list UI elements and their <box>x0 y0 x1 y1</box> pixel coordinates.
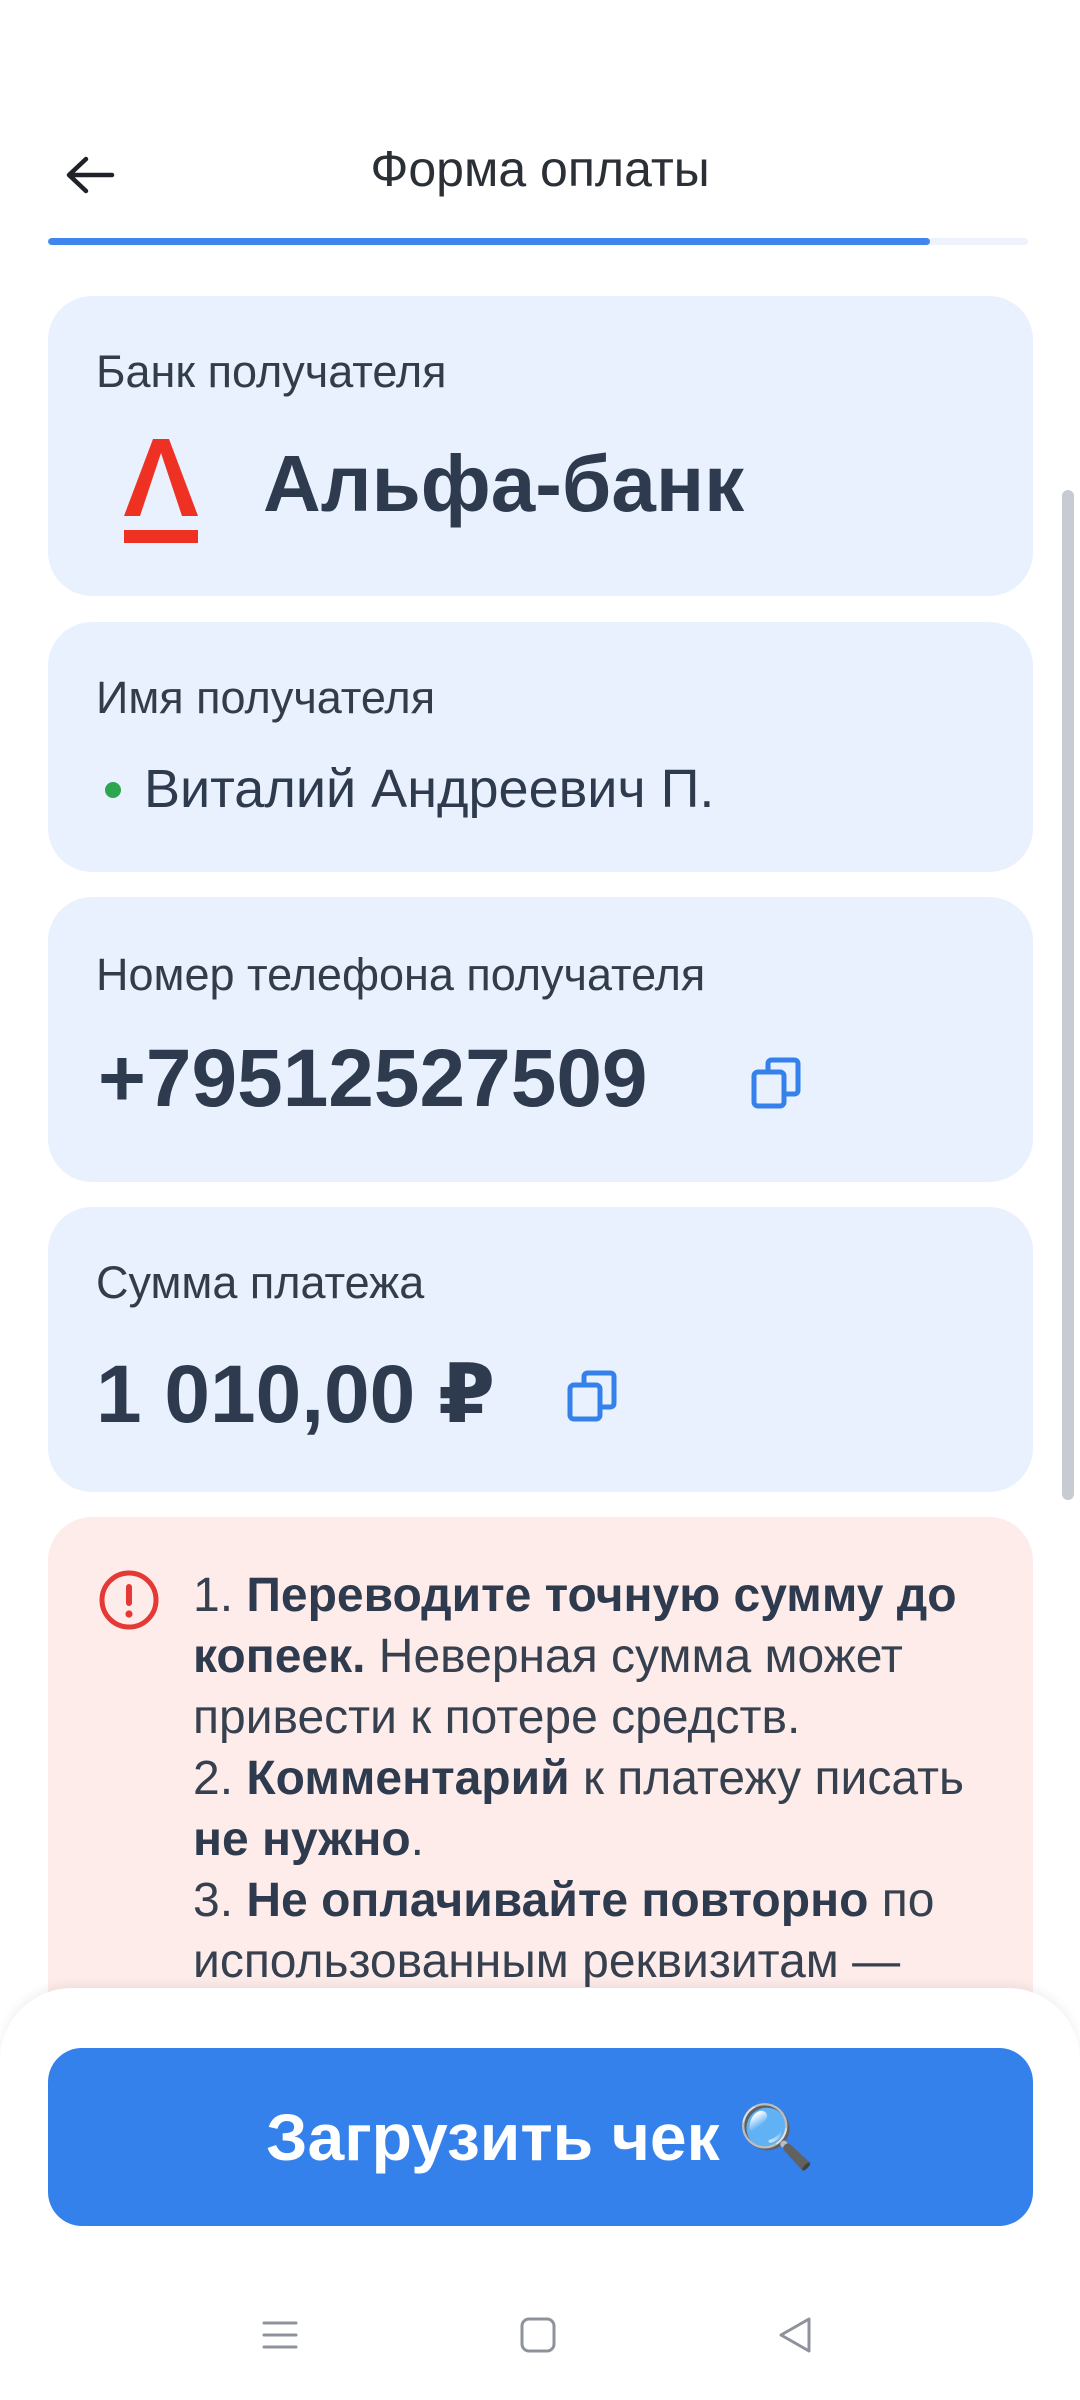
page-title: Форма оплаты <box>370 141 710 197</box>
home-icon <box>520 2317 556 2353</box>
nav-menu-button[interactable] <box>245 2300 315 2370</box>
online-status-dot <box>105 782 121 798</box>
progress-bar-fill <box>48 238 930 245</box>
progress-bar <box>48 238 1028 245</box>
copy-icon <box>567 1370 617 1422</box>
recipient-name: Виталий Андреевич П. <box>144 759 715 819</box>
warning-text: 1. Переводите точную сумму до копеек. Не… <box>193 1569 964 1988</box>
recipient-name-card: Имя получателя Виталий Андреевич П. <box>48 622 1033 872</box>
scrollbar[interactable] <box>1062 490 1074 1500</box>
copy-amount-button[interactable] <box>564 1367 624 1427</box>
phone-label: Номер телефона получателя <box>96 949 706 1000</box>
alert-circle-icon <box>99 1570 159 1630</box>
copy-icon <box>751 1057 801 1109</box>
menu-icon <box>262 2321 298 2349</box>
back-triangle-icon <box>779 2317 811 2353</box>
bank-label: Банк получателя <box>96 346 447 397</box>
warning-card: 1. Переводите точную сумму до копеек. Не… <box>48 1517 1033 2037</box>
payment-amount: 1 010,00 ₽ <box>96 1349 496 1440</box>
alfa-bank-logo <box>124 439 198 543</box>
magnifier-icon: 🔍 <box>737 2102 815 2172</box>
nav-back-button[interactable] <box>760 2300 830 2370</box>
system-navigation-bar <box>0 2290 1080 2380</box>
nav-home-button[interactable] <box>503 2300 573 2370</box>
phone-card: Номер телефона получателя +79512527509 <box>48 897 1033 1182</box>
recipient-label: Имя получателя <box>96 672 436 723</box>
copy-phone-button[interactable] <box>748 1054 808 1114</box>
upload-button-label: Загрузить чек <box>266 2100 720 2174</box>
phone-number: +79512527509 <box>98 1033 648 1124</box>
bank-name: Альфа-банк <box>263 439 745 528</box>
sum-card: Сумма платежа 1 010,00 ₽ <box>48 1207 1033 1492</box>
top-app-bar: Форма оплаты <box>0 110 1080 240</box>
bank-card: Банк получателя Альфа-банк <box>48 296 1033 596</box>
upload-receipt-button[interactable]: Загрузить чек 🔍 <box>48 2048 1033 2226</box>
sum-label: Сумма платежа <box>96 1257 425 1308</box>
